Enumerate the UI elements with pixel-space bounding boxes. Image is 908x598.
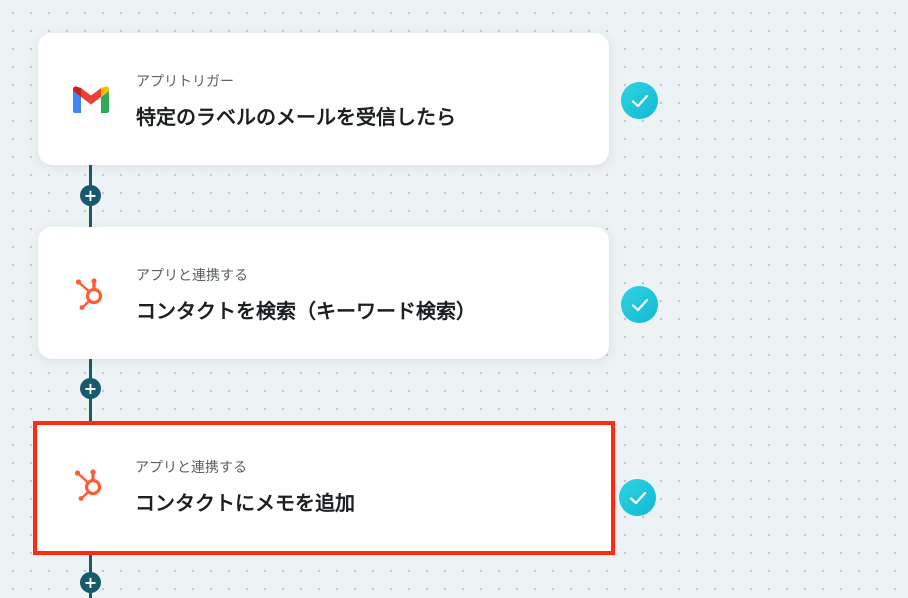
step-title: コンタクトにメモを追加 (135, 491, 355, 515)
step-title: コンタクトを検索（キーワード検索） (136, 299, 476, 323)
step-complete-check-icon (621, 286, 658, 323)
step-title: 特定のラベルのメールを受信したら (136, 105, 456, 129)
gmail-icon (72, 83, 110, 115)
step-type-label: アプリと連携する (136, 268, 248, 284)
flow-step-card-add-note[interactable]: アプリと連携する コンタクトにメモを追加 (33, 421, 615, 555)
add-step-button[interactable]: + (80, 378, 101, 399)
flow-step-card-trigger[interactable]: アプリトリガー 特定のラベルのメールを受信したら (38, 33, 609, 165)
step-type-label: アプリトリガー (136, 74, 234, 90)
step-complete-check-icon (619, 479, 656, 516)
step-complete-check-icon (621, 82, 658, 119)
add-step-button[interactable]: + (80, 572, 101, 593)
hubspot-icon (71, 468, 109, 501)
hubspot-icon (72, 277, 110, 310)
flow-canvas: + + + アプリトリガー 特定のラベルのメールを受信したら アプリと連携する … (0, 0, 908, 598)
flow-step-card-search-contact[interactable]: アプリと連携する コンタクトを検索（キーワード検索） (38, 227, 609, 359)
step-type-label: アプリと連携する (135, 460, 247, 476)
add-step-button[interactable]: + (80, 185, 101, 206)
